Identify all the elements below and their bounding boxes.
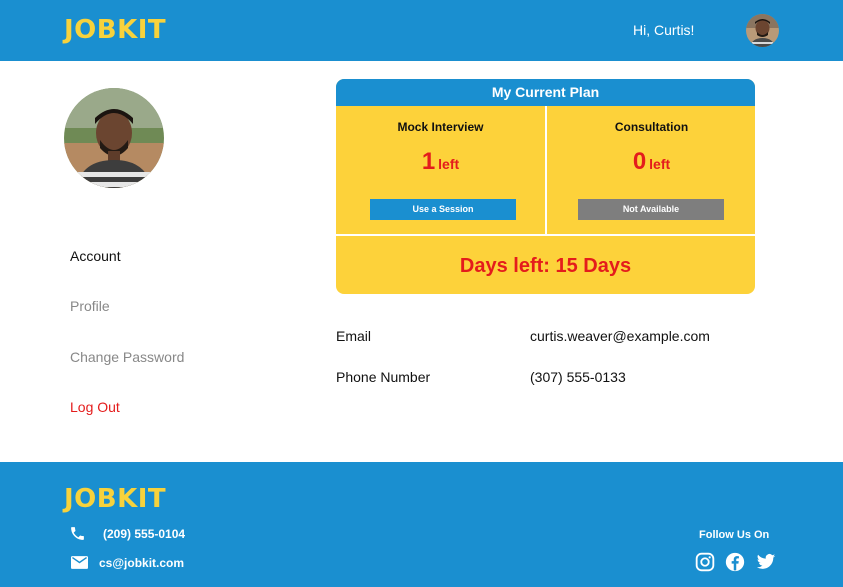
- sidebar-item-change-password[interactable]: Change Password: [70, 349, 184, 365]
- header-avatar[interactable]: [746, 14, 779, 47]
- twitter-icon[interactable]: [755, 552, 776, 572]
- mock-interview-cell: Mock Interview 1 left Use a Session: [336, 106, 545, 234]
- use-session-button[interactable]: Use a Session: [370, 199, 516, 220]
- consultation-title: Consultation: [614, 120, 689, 134]
- sidebar-item-logout[interactable]: Log Out: [70, 399, 120, 415]
- mock-count: 1: [421, 148, 436, 175]
- email-label: Email: [336, 328, 372, 344]
- facebook-icon[interactable]: [725, 552, 745, 572]
- days-left-text: Days left: 15 Days: [459, 255, 632, 277]
- phone-value: (307) 555-0133: [530, 369, 626, 385]
- mock-interview-title: Mock Interview: [397, 120, 484, 134]
- footer-logo[interactable]: JOBKIT: [64, 484, 166, 514]
- footer-email[interactable]: cs@jobkit.com: [99, 556, 184, 570]
- consult-unit: left: [649, 156, 671, 172]
- mock-unit: left: [438, 156, 460, 172]
- not-available-button: Not Available: [578, 199, 724, 220]
- plan-title: My Current Plan: [336, 79, 755, 106]
- sidebar-item-account[interactable]: Account: [70, 248, 121, 264]
- email-value: curtis.weaver@example.com: [530, 328, 710, 344]
- user-greeting: Hi, Curtis!: [633, 22, 695, 38]
- instagram-icon[interactable]: [695, 552, 715, 572]
- consult-count: 0: [632, 148, 647, 175]
- phone-icon: [68, 525, 87, 547]
- current-plan-card: My Current Plan Mock Interview 1 left Use…: [336, 79, 755, 294]
- page-footer: JOBKIT (209) 555-0104 cs@jobkit.com Foll…: [0, 462, 843, 587]
- mock-interview-remaining: 1 left: [336, 148, 545, 176]
- footer-phone[interactable]: (209) 555-0104: [103, 527, 185, 541]
- follow-us-label: Follow Us On: [699, 529, 770, 541]
- phone-label: Phone Number: [336, 369, 431, 385]
- sidebar-item-profile[interactable]: Profile: [70, 298, 110, 314]
- mail-icon: [71, 556, 88, 574]
- profile-avatar: [64, 88, 164, 188]
- header-logo[interactable]: JOBKIT: [64, 15, 166, 45]
- consultation-cell: Consultation 0 left Not Available: [547, 106, 755, 234]
- top-header: JOBKIT Hi, Curtis!: [0, 0, 843, 61]
- consultation-remaining: 0 left: [547, 148, 755, 176]
